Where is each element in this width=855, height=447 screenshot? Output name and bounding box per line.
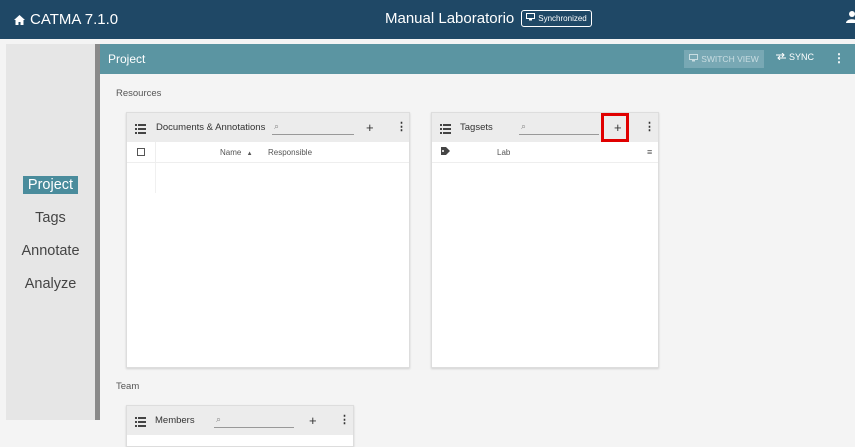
nav-item-tags[interactable]: Tags [6, 210, 95, 226]
responsible-column-header[interactable]: Responsible [268, 148, 312, 157]
documents-menu-icon[interactable]: ⋮ [396, 120, 407, 133]
nav-item-project[interactable]: Project [6, 176, 95, 194]
sync-status-badge: Synchronized [521, 10, 592, 27]
home-icon [14, 14, 25, 25]
sync-label: SYNC [789, 52, 815, 62]
list-icon [135, 121, 146, 139]
members-search[interactable]: ⌕ [214, 414, 294, 428]
search-icon: ⌕ [274, 121, 280, 131]
nav-splitter[interactable] [95, 44, 100, 420]
search-icon: ⌕ [521, 121, 527, 131]
tagsets-search[interactable]: ⌕ [519, 121, 609, 135]
members-card: Members ⌕ + ⋮ [126, 405, 354, 447]
team-heading: Team [116, 381, 140, 392]
tagsets-menu-icon[interactable]: ⋮ [644, 120, 655, 133]
tagset-row-menu-icon[interactable]: ≡ [647, 147, 652, 157]
documents-search-input[interactable] [272, 121, 364, 133]
tagsets-card: Tagsets ⌕ + ⋮ Lab ≡ [431, 112, 659, 368]
switch-view-label: SWITCH VIEW [701, 54, 759, 64]
monitor-icon [689, 54, 699, 64]
project-menu-icon[interactable]: ⋮ [833, 51, 845, 65]
tagset-row[interactable]: Lab ≡ [432, 142, 658, 163]
tagsets-search-input[interactable] [519, 121, 609, 133]
documents-column-header: Name ▲ Responsible [127, 142, 409, 163]
monitor-icon [526, 13, 536, 24]
document-title-area: Manual Laboratorio Synchronized [385, 10, 592, 27]
project-title: Project [108, 52, 146, 66]
documents-annotations-card: Documents & Annotations ⌕ + ⋮ Name ▲ Res… [126, 112, 410, 368]
column-divider [155, 163, 156, 193]
card-header: Documents & Annotations ⌕ + ⋮ [127, 113, 409, 142]
name-column-header[interactable]: Name ▲ [220, 148, 253, 157]
column-divider [155, 142, 156, 162]
nav-item-annotate[interactable]: Annotate [6, 243, 95, 259]
list-icon [135, 414, 146, 432]
tagset-name: Lab [497, 148, 511, 157]
select-all-checkbox[interactable] [137, 148, 145, 156]
switch-view-button[interactable]: SWITCH VIEW [684, 50, 764, 68]
resources-heading: Resources [116, 88, 162, 99]
app-brand[interactable]: CATMA 7.1.0 [14, 11, 118, 28]
sync-button[interactable]: SYNC [776, 52, 814, 62]
top-bar: CATMA 7.1.0 Manual Laboratorio Synchroni… [0, 0, 855, 39]
tag-icon [441, 147, 450, 157]
add-document-button[interactable]: + [366, 120, 374, 135]
nav-item-analyze[interactable]: Analyze [6, 276, 95, 292]
app-name: CATMA 7.1.0 [30, 11, 119, 28]
project-header-bar: Project SWITCH VIEW SYNC ⋮ [100, 44, 855, 74]
tagsets-card-title: Tagsets [460, 122, 493, 133]
document-title: Manual Laboratorio [385, 10, 515, 27]
sync-status-text: Synchronized [538, 13, 587, 23]
left-navigation: Project Tags Annotate Analyze [6, 44, 95, 420]
sync-arrows-icon [776, 52, 786, 62]
documents-search[interactable]: ⌕ [272, 121, 364, 135]
members-card-title: Members [155, 415, 195, 426]
list-icon [440, 121, 451, 139]
card-header: Members ⌕ + ⋮ [127, 406, 353, 435]
sort-ascending-icon: ▲ [246, 151, 253, 157]
highlight-box [601, 113, 629, 142]
user-icon[interactable] [846, 10, 855, 28]
add-member-button[interactable]: + [309, 413, 317, 428]
documents-card-title: Documents & Annotations [156, 122, 266, 133]
